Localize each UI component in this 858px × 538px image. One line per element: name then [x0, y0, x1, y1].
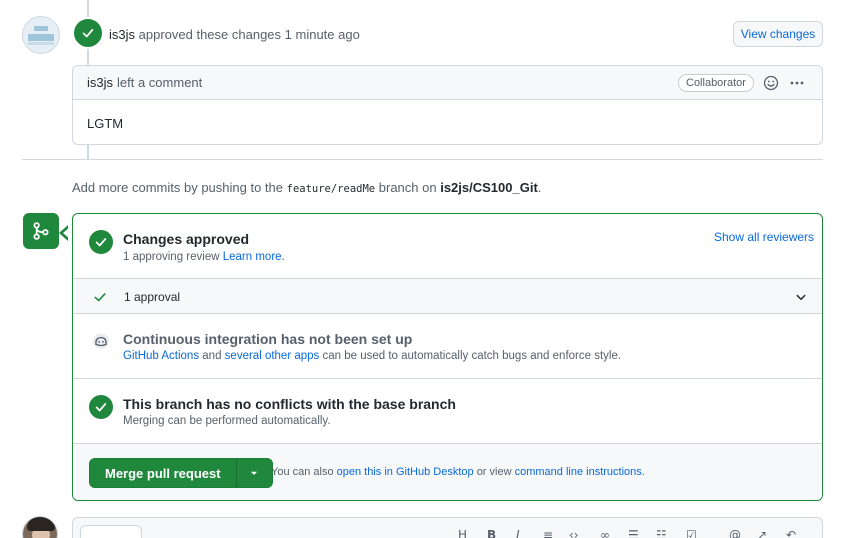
github-actions-link[interactable]: GitHub Actions	[123, 350, 199, 362]
write-tab[interactable]	[80, 525, 142, 538]
heading-icon[interactable]: H	[458, 529, 470, 538]
timeline-divider	[22, 159, 823, 160]
ci-rest: can be used to automatically catch bugs …	[322, 350, 622, 362]
review-time[interactable]: 1 minute ago	[285, 27, 360, 42]
merge-pointer-inner	[63, 227, 70, 239]
no-conflicts-title: This branch has no conflicts with the ba…	[123, 396, 456, 412]
merge-button-label[interactable]: Merge pull request	[90, 459, 236, 487]
review-comment: is3js left a comment Collaborator LGTM	[72, 65, 823, 145]
add-commits-note: Add more commits by pushing to the featu…	[72, 180, 541, 195]
merge-action-section: Merge pull request You can also open thi…	[73, 444, 822, 500]
approvals-row[interactable]: 1 approval	[73, 279, 822, 314]
approvals-label: 1 approval	[124, 290, 181, 304]
comment-header: is3js left a comment Collaborator	[73, 66, 822, 100]
reference-icon[interactable]: ↗	[757, 529, 769, 538]
approving-review-count: 1 approving review	[123, 251, 220, 263]
review-summary: is3js approved these changes 1 minute ag…	[109, 27, 360, 42]
bold-icon[interactable]: B	[487, 529, 499, 538]
code-icon[interactable]: ‹›	[569, 529, 581, 538]
approval-check-icon	[94, 293, 106, 302]
merge-box: Changes approved 1 approving review Lear…	[72, 213, 823, 501]
approved-section-check-icon	[87, 228, 115, 256]
changes-approved-title: Changes approved	[123, 231, 250, 247]
also-prefix: You can also	[271, 466, 334, 478]
italic-icon[interactable]: I	[516, 529, 528, 538]
more-options-icon[interactable]	[789, 75, 805, 91]
add-commits-suffix: .	[537, 180, 542, 195]
comment-editor	[72, 517, 823, 538]
repo-name[interactable]: is2js/CS100_Git	[440, 180, 538, 195]
comment-action: left a comment	[117, 75, 203, 90]
no-conflicts-section: This branch has no conflicts with the ba…	[73, 379, 822, 444]
comment-body: LGTM	[87, 116, 124, 131]
changes-approved-section: Changes approved 1 approving review Lear…	[73, 214, 822, 279]
numbered-list-icon[interactable]: ☷	[656, 529, 668, 538]
current-user-avatar[interactable]	[22, 516, 58, 538]
triangle-down-icon	[250, 471, 258, 475]
learn-more-link[interactable]: Learn more.	[223, 251, 285, 263]
changes-approved-sub: 1 approving review Learn more.	[123, 251, 285, 263]
undo-icon[interactable]: ↶	[786, 529, 798, 538]
approved-check-icon	[72, 17, 104, 49]
comment-author[interactable]: is3js	[87, 75, 113, 90]
add-commits-middle: branch on	[378, 180, 437, 195]
no-conflicts-check-icon	[87, 393, 115, 421]
or-view: or view	[476, 466, 512, 478]
show-all-reviewers-link[interactable]: Show all reviewers	[714, 230, 814, 244]
collaborator-badge: Collaborator	[678, 74, 754, 92]
bulleted-list-icon[interactable]: ☰	[628, 529, 640, 538]
copilot-icon	[93, 333, 109, 349]
command-line-link[interactable]: command line instructions	[515, 466, 642, 478]
branch-name: feature/readMe	[286, 183, 376, 195]
quote-icon[interactable]: ≡	[543, 529, 555, 538]
merge-alternatives: You can also open this in GitHub Desktop…	[271, 466, 645, 478]
merge-pull-request-button[interactable]: Merge pull request	[89, 458, 273, 488]
no-conflicts-sub: Merging can be performed automatically.	[123, 415, 331, 427]
chevron-down-icon[interactable]	[795, 291, 807, 303]
view-changes-button[interactable]: View changes	[733, 21, 823, 47]
merge-options-dropdown[interactable]	[235, 459, 272, 487]
task-list-icon[interactable]: ☑	[686, 529, 698, 538]
review-action: approved these changes	[138, 27, 282, 42]
open-desktop-link[interactable]: open this in GitHub Desktop	[337, 466, 474, 478]
ci-section: Continuous integration has not been set …	[73, 314, 822, 379]
period: .	[641, 466, 645, 478]
ci-title: Continuous integration has not been set …	[123, 331, 413, 347]
add-reaction-icon[interactable]	[763, 75, 779, 91]
link-icon[interactable]: ∞	[600, 529, 612, 538]
ci-and: and	[202, 350, 222, 362]
other-apps-link[interactable]: several other apps	[225, 350, 320, 362]
mention-icon[interactable]: @	[729, 529, 741, 538]
reviewer-avatar[interactable]	[22, 16, 60, 54]
merge-status-icon	[23, 213, 59, 249]
ci-sub: GitHub Actions and several other apps ca…	[123, 350, 621, 362]
add-commits-prefix: Add more commits by pushing to the	[72, 180, 283, 195]
review-author[interactable]: is3js	[109, 27, 135, 42]
